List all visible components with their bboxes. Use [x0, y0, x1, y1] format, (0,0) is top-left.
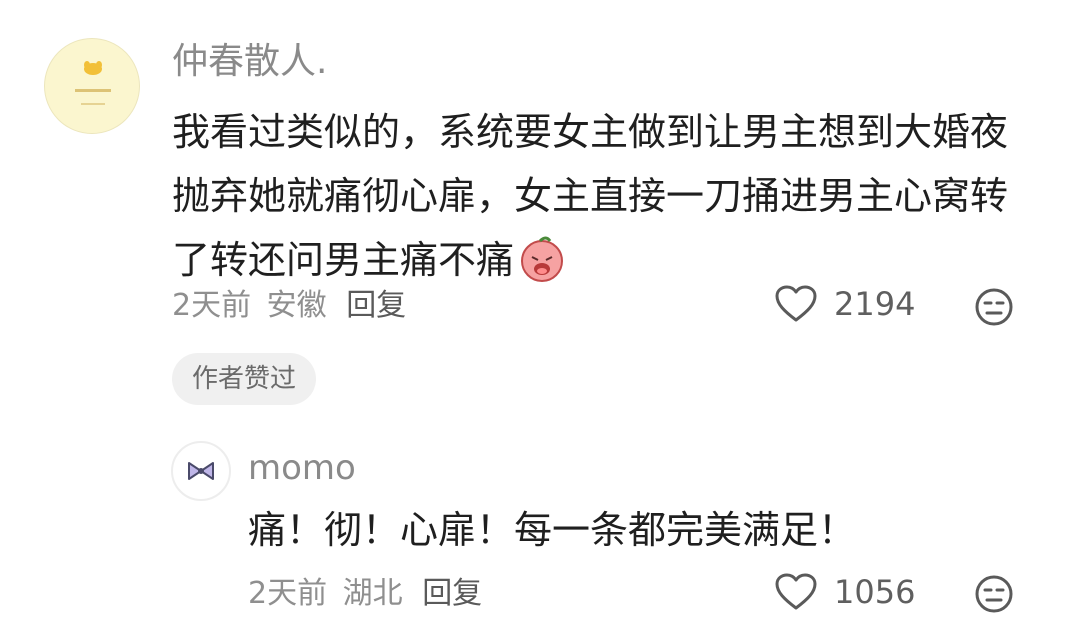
- comment-username[interactable]: 仲春散人.: [172, 36, 327, 88]
- bow-avatar-icon: [188, 462, 214, 480]
- reply-text: 痛！彻！心扉！每一条都完美满足！: [248, 508, 857, 552]
- reply-location: 湖北: [342, 576, 403, 611]
- reply-like-button[interactable]: 1056: [774, 572, 915, 612]
- heart-icon: [775, 573, 817, 610]
- duck-avatar-icon: [75, 61, 111, 105]
- crying-face-emoji-icon: [518, 235, 566, 283]
- reply-like-count: 1056: [834, 573, 916, 611]
- reply-username[interactable]: momo: [248, 444, 356, 492]
- reply-time: 2天前: [248, 576, 328, 611]
- comment-meta: 2天前 安徽 回复: [172, 286, 406, 326]
- reply-reply-button[interactable]: 回复: [422, 576, 482, 611]
- reply-button[interactable]: 回复: [346, 288, 406, 323]
- dislike-button[interactable]: [974, 287, 1014, 331]
- reply-meta: 2天前 湖北 回复: [248, 574, 482, 614]
- heart-icon: [775, 285, 817, 322]
- comment-location: 安徽: [266, 288, 327, 323]
- meh-face-icon: [975, 575, 1013, 613]
- reply-dislike-button[interactable]: [974, 574, 1014, 618]
- comment-time: 2天前: [172, 288, 252, 323]
- author-liked-badge: 作者赞过: [172, 353, 317, 405]
- like-button[interactable]: 2194: [774, 284, 915, 324]
- meh-face-icon: [975, 288, 1013, 326]
- reply-avatar[interactable]: [171, 441, 231, 501]
- comment-body: 我看过类似的，系统要女主做到让男主想到大婚夜抛弃她就痛彻心扉，女主直接一刀捅进男…: [172, 110, 1009, 282]
- comment-text: 我看过类似的，系统要女主做到让男主想到大婚夜抛弃她就痛彻心扉，女主直接一刀捅进男…: [172, 100, 1032, 292]
- like-count: 2194: [834, 285, 916, 323]
- avatar[interactable]: [44, 38, 140, 134]
